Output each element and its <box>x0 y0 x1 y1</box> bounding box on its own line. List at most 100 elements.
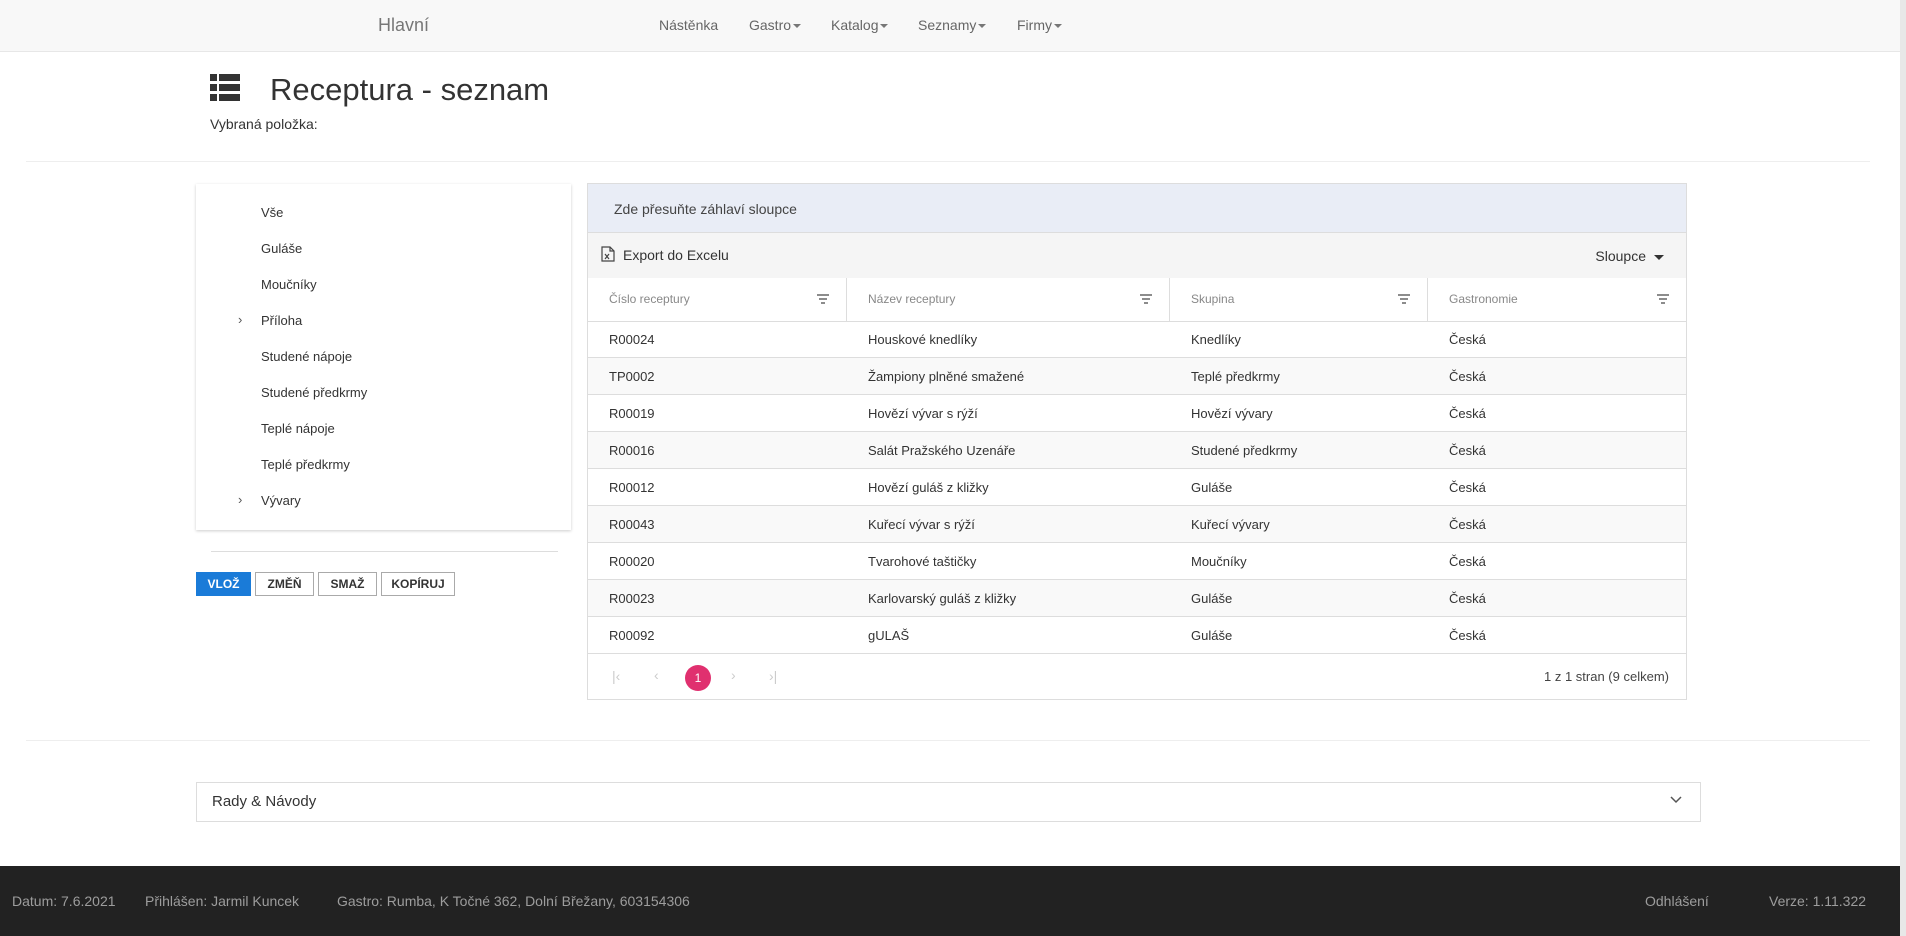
cell-skupina: Studené předkrmy <box>1191 443 1298 458</box>
table-row[interactable]: R00019 Hovězí vývar s rýží Hovězí vývary… <box>588 395 1686 432</box>
caret-down-icon <box>978 24 987 29</box>
selected-item-label: Vybraná položka: <box>210 116 318 132</box>
list-icon <box>210 74 240 101</box>
tips-accordion[interactable]: Rady & Návody <box>196 782 1701 822</box>
chevron-right-icon[interactable]: › <box>238 492 242 507</box>
divider <box>211 551 558 552</box>
cell-gastronomie: Česká <box>1449 332 1486 347</box>
filter-icon[interactable] <box>1140 294 1152 304</box>
filter-icon[interactable] <box>1657 294 1669 304</box>
column-header-cislo[interactable]: Číslo receptury <box>588 278 847 321</box>
nav-item-seznamy[interactable]: Seznamy <box>918 17 987 33</box>
cell-skupina: Hovězí vývary <box>1191 406 1273 421</box>
column-header-nazev[interactable]: Název receptury <box>847 278 1170 321</box>
table-row[interactable]: R00023 Karlovarský guláš z kližky Guláše… <box>588 580 1686 617</box>
filter-icon[interactable] <box>817 294 829 304</box>
cell-cislo: R00019 <box>609 406 655 421</box>
nav-item-gastro[interactable]: Gastro <box>749 17 802 33</box>
navbar-brand[interactable]: Hlavní <box>378 15 429 36</box>
cell-gastronomie: Česká <box>1449 443 1486 458</box>
divider <box>26 161 1870 162</box>
page-scrollbar[interactable] <box>1900 0 1906 936</box>
next-page-icon[interactable]: › <box>731 667 736 683</box>
cell-gastronomie: Česká <box>1449 628 1486 643</box>
insert-button[interactable]: VLOŽ <box>196 572 251 596</box>
nav-item-label: Seznamy <box>918 17 977 33</box>
tree-item-gulase[interactable]: Guláše <box>261 241 302 256</box>
cell-cislo: R00024 <box>609 332 655 347</box>
cell-nazev: Žampiony plněné smažené <box>868 369 1025 384</box>
prev-page-icon[interactable]: ‹ <box>654 667 659 683</box>
tree-item-vyvary[interactable]: Vývary <box>261 493 301 508</box>
cell-skupina: Guláše <box>1191 480 1233 495</box>
cell-cislo: R00092 <box>609 628 655 643</box>
cell-skupina: Guláše <box>1191 628 1233 643</box>
copy-button[interactable]: KOPÍRUJ <box>381 572 455 596</box>
cell-nazev: gULAŠ <box>868 628 910 643</box>
tree-item-studene-napoje[interactable]: Studené nápoje <box>261 349 352 364</box>
group-panel-text: Zde přesuňte záhlaví sloupce <box>614 201 797 217</box>
group-panel[interactable]: Zde přesuňte záhlaví sloupce <box>588 184 1686 233</box>
tree-item-priloha[interactable]: Příloha <box>261 313 302 328</box>
column-header-label: Název receptury <box>868 292 956 306</box>
columns-menu-button[interactable]: Sloupce <box>1595 248 1664 264</box>
logout-link[interactable]: Odhlášení <box>1645 893 1709 909</box>
first-page-icon[interactable]: |‹ <box>612 668 620 684</box>
table-row[interactable]: TP0002 Žampiony plněné smažené Teplé pře… <box>588 358 1686 395</box>
tree-item-moucniky[interactable]: Moučníky <box>261 277 317 292</box>
cell-gastronomie: Česká <box>1449 517 1486 532</box>
nav-item-katalog[interactable]: Katalog <box>831 17 889 33</box>
footer-version: Verze: 1.11.322 <box>1769 893 1867 909</box>
nav-item-nastenka[interactable]: Nástěnka <box>659 17 718 33</box>
caret-down-icon <box>1654 254 1664 260</box>
column-header-label: Skupina <box>1191 292 1235 306</box>
cell-cislo: TP0002 <box>609 369 655 384</box>
filter-icon[interactable] <box>1398 294 1410 304</box>
cell-cislo: R00023 <box>609 591 655 606</box>
column-header-label: Číslo receptury <box>609 292 690 306</box>
tree-item-studene-predkrmy[interactable]: Studené předkrmy <box>261 385 367 400</box>
excel-export-icon[interactable] <box>601 246 615 262</box>
page-button-current[interactable]: 1 <box>685 665 711 691</box>
cell-cislo: R00020 <box>609 554 655 569</box>
cell-skupina: Teplé předkrmy <box>1191 369 1280 384</box>
chevron-right-icon[interactable]: › <box>238 312 242 327</box>
top-navbar: Hlavní Nástěnka Gastro Katalog Seznamy F… <box>0 0 1900 52</box>
cell-nazev: Salát Pražského Uzenáře <box>868 443 1016 458</box>
cell-gastronomie: Česká <box>1449 406 1486 421</box>
column-header-label: Gastronomie <box>1449 292 1518 306</box>
column-header-skupina[interactable]: Skupina <box>1170 278 1428 321</box>
cell-gastronomie: Česká <box>1449 369 1486 384</box>
recipe-grid: Zde přesuňte záhlaví sloupce Export do E… <box>587 183 1687 700</box>
cell-skupina: Kuřecí vývary <box>1191 517 1270 532</box>
cell-nazev: Hovězí guláš z kližky <box>868 480 989 495</box>
last-page-icon[interactable]: ›| <box>769 668 777 684</box>
divider <box>26 740 1870 741</box>
cell-gastronomie: Česká <box>1449 591 1486 606</box>
columns-menu-label: Sloupce <box>1595 248 1646 264</box>
tips-title: Rady & Návody <box>212 793 317 810</box>
table-row[interactable]: R00024 Houskové knedlíky Knedlíky Česká <box>588 321 1686 358</box>
cell-cislo: R00043 <box>609 517 655 532</box>
table-row[interactable]: R00016 Salát Pražského Uzenáře Studené p… <box>588 432 1686 469</box>
tree-item-teple-napoje[interactable]: Teplé nápoje <box>261 421 335 436</box>
cell-skupina: Moučníky <box>1191 554 1247 569</box>
footer-date: Datum: 7.6.2021 <box>12 893 116 909</box>
caret-down-icon <box>793 24 802 29</box>
tree-item-teple-predkrmy[interactable]: Teplé předkrmy <box>261 457 350 472</box>
change-button[interactable]: ZMĚŇ <box>255 572 314 596</box>
table-row[interactable]: R00012 Hovězí guláš z kližky Guláše Česk… <box>588 469 1686 506</box>
delete-button[interactable]: SMAŽ <box>318 572 377 596</box>
nav-item-label: Nástěnka <box>659 17 719 33</box>
table-row[interactable]: R00092 gULAŠ Guláše Česká <box>588 617 1686 654</box>
chevron-down-icon[interactable] <box>1670 796 1682 804</box>
tree-item-vse[interactable]: Vše <box>261 205 283 220</box>
column-header-gastronomie[interactable]: Gastronomie <box>1428 278 1686 321</box>
grid-pager: |‹ ‹ 1 › ›| 1 z 1 stran (9 celkem) <box>588 654 1686 699</box>
nav-item-firmy[interactable]: Firmy <box>1017 17 1062 33</box>
table-row[interactable]: R00020 Tvarohové taštičky Moučníky Česká <box>588 543 1686 580</box>
nav-item-label: Gastro <box>749 17 792 33</box>
table-row[interactable]: R00043 Kuřecí vývar s rýží Kuřecí vývary… <box>588 506 1686 543</box>
export-excel-button[interactable]: Export do Excelu <box>623 247 729 263</box>
page-title: Receptura - seznam <box>270 72 550 107</box>
